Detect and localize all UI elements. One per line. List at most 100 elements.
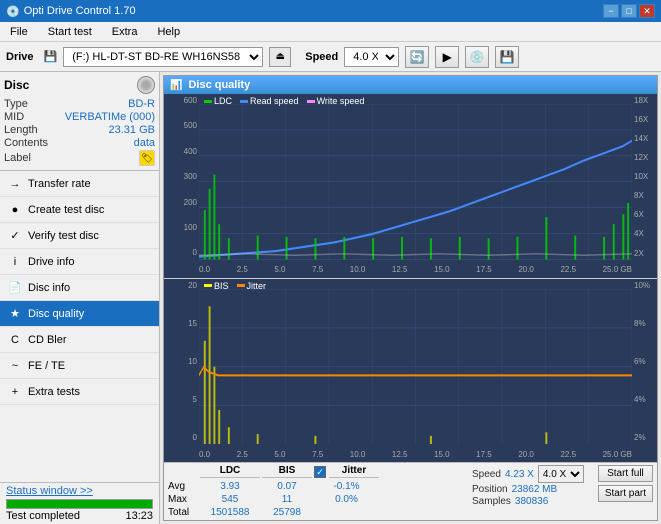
sidebar-item-transfer-rate[interactable]: → Transfer rate — [0, 171, 159, 197]
chart1-container: LDC Read speed Write speed — [164, 94, 657, 279]
status-window-button[interactable]: Status window >> — [6, 485, 93, 497]
disc-quality-icon: ★ — [8, 307, 22, 321]
chart1-legend: LDC Read speed Write speed — [204, 96, 364, 106]
save-button[interactable]: 💾 — [495, 46, 519, 68]
speed-stat-row: Speed 4.23 X 4.0 X — [472, 465, 584, 483]
start-full-button[interactable]: Start full — [598, 465, 653, 482]
stats-total-row: Total 1501588 25798 — [168, 507, 379, 518]
sidebar-item-label: Drive info — [28, 256, 74, 268]
sidebar-item-label: Disc quality — [28, 308, 84, 320]
content-area: Disc Type BD-R MID VERBATIMe (000) Lengt… — [0, 72, 661, 524]
sidebar-menu: → Transfer rate ● Create test disc ✓ Ver… — [0, 171, 159, 482]
disc-contents-val: data — [134, 137, 155, 149]
disc-mid-row: MID VERBATIMe (000) — [4, 111, 155, 123]
drive-icon: 💾 — [44, 50, 58, 63]
drive-select[interactable]: (F:) HL-DT-ST BD-RE WH16NS58 TST4 — [63, 47, 263, 67]
speed-stat-val: 4.23 X — [505, 469, 534, 480]
status-text: Test completed — [6, 510, 80, 522]
jitter-checkbox[interactable]: ✓ — [314, 466, 326, 478]
sidebar-item-disc-info[interactable]: 📄 Disc info — [0, 275, 159, 301]
disc-button[interactable]: 💿 — [465, 46, 489, 68]
refresh-button[interactable]: 🔄 — [405, 46, 429, 68]
start-test-button[interactable]: ▶ — [435, 46, 459, 68]
start-part-button[interactable]: Start part — [598, 485, 653, 502]
legend-jitter-label: Jitter — [247, 281, 267, 291]
legend-bis: BIS — [204, 281, 229, 291]
bis-max: 11 — [262, 494, 312, 505]
legend-read-speed: Read speed — [240, 96, 299, 106]
app-icon: 💿 — [6, 5, 20, 18]
chart1-plot-area — [199, 104, 632, 260]
ldc-max: 545 — [200, 494, 260, 505]
chart2-y-axis-right: 10% 8% 6% 4% 2% — [632, 279, 657, 445]
legend-ldc-label: LDC — [214, 96, 232, 106]
sidebar-item-label: Disc info — [28, 282, 70, 294]
disc-header-label: Disc — [4, 78, 29, 92]
chart1-svg — [199, 104, 632, 260]
position-val: 23862 MB — [512, 484, 558, 495]
dq-panel: 📊 Disc quality LDC Read — [163, 75, 658, 521]
sidebar-item-verify-test-disc[interactable]: ✓ Verify test disc — [0, 223, 159, 249]
stats-table: LDC BIS ✓ Jitter Avg 3.93 — [164, 462, 657, 520]
cd-bler-icon: C — [8, 333, 22, 347]
sidebar-item-cd-bler[interactable]: C CD Bler — [0, 327, 159, 353]
jitter-header: Jitter — [329, 465, 379, 478]
chart2-legend: BIS Jitter — [204, 281, 266, 291]
label-icon[interactable]: 🏷 — [139, 150, 155, 166]
stats-headers-row: LDC BIS ✓ Jitter — [168, 465, 379, 479]
chart2-x-axis: 0.0 2.5 5.0 7.5 10.0 12.5 15.0 17.5 20.0… — [199, 446, 632, 462]
menu-start-test[interactable]: Start test — [42, 25, 98, 39]
sidebar-item-label: Extra tests — [28, 386, 80, 398]
chart2-container: BIS Jitter 20 15 10 5 0 — [164, 279, 657, 463]
verify-test-disc-icon: ✓ — [8, 229, 22, 243]
total-label: Total — [168, 507, 198, 518]
stats-max-row: Max 545 11 0.0% — [168, 494, 379, 505]
extra-tests-icon: + — [8, 385, 22, 399]
speed-stat-select[interactable]: 4.0 X — [538, 465, 584, 483]
disc-length-val: 23.31 GB — [109, 124, 155, 136]
progress-bar-container — [6, 499, 153, 509]
drive-bar: Drive 💾 (F:) HL-DT-ST BD-RE WH16NS58 TST… — [0, 42, 661, 72]
sidebar-item-drive-info[interactable]: i Drive info — [0, 249, 159, 275]
transfer-rate-icon: → — [8, 177, 22, 191]
close-button[interactable]: ✕ — [639, 4, 655, 18]
menubar: File Start test Extra Help — [0, 22, 661, 42]
speed-select[interactable]: 4.0 X — [344, 47, 399, 67]
chart1-x-axis: 0.0 2.5 5.0 7.5 10.0 12.5 15.0 17.5 20.0… — [199, 262, 632, 278]
sidebar-item-label: CD Bler — [28, 334, 67, 346]
disc-icon — [137, 76, 155, 94]
legend-write-label: Write speed — [317, 96, 365, 106]
disc-type-row: Type BD-R — [4, 98, 155, 110]
disc-type-val: BD-R — [128, 98, 155, 110]
sidebar-item-label: Transfer rate — [28, 178, 91, 190]
position-label: Position — [472, 484, 508, 495]
sidebar-item-disc-quality[interactable]: ★ Disc quality — [0, 301, 159, 327]
menu-extra[interactable]: Extra — [106, 25, 144, 39]
status-bar: Status window >> Test completed 13:23 — [0, 482, 159, 524]
menu-help[interactable]: Help — [151, 25, 186, 39]
drive-info-icon: i — [8, 255, 22, 269]
eject-button[interactable]: ⏏ — [269, 47, 291, 67]
stats-avg-row: Avg 3.93 0.07 -0.1% — [168, 481, 379, 492]
create-test-disc-icon: ● — [8, 203, 22, 217]
charts-area: LDC Read speed Write speed — [164, 94, 657, 520]
bis-total: 25798 — [262, 507, 312, 518]
progress-bar-fill — [7, 500, 152, 508]
ldc-avg: 3.93 — [200, 481, 260, 492]
titlebar-title: 💿 Opti Drive Control 1.70 — [6, 5, 136, 18]
sidebar: Disc Type BD-R MID VERBATIMe (000) Lengt… — [0, 72, 160, 524]
maximize-button[interactable]: □ — [621, 4, 637, 18]
sidebar-item-fe-te[interactable]: ~ FE / TE — [0, 353, 159, 379]
disc-header: Disc — [4, 76, 155, 94]
sidebar-item-extra-tests[interactable]: + Extra tests — [0, 379, 159, 405]
disc-length-label: Length — [4, 124, 38, 136]
bis-avg: 0.07 — [262, 481, 312, 492]
sidebar-item-create-test-disc[interactable]: ● Create test disc — [0, 197, 159, 223]
chart1-y-axis: 600 500 400 300 200 100 0 — [164, 94, 199, 260]
bis-header: BIS — [262, 465, 312, 478]
drive-label: Drive — [6, 51, 34, 63]
legend-bis-label: BIS — [214, 281, 229, 291]
minimize-button[interactable]: − — [603, 4, 619, 18]
legend-jitter: Jitter — [237, 281, 267, 291]
menu-file[interactable]: File — [4, 25, 34, 39]
